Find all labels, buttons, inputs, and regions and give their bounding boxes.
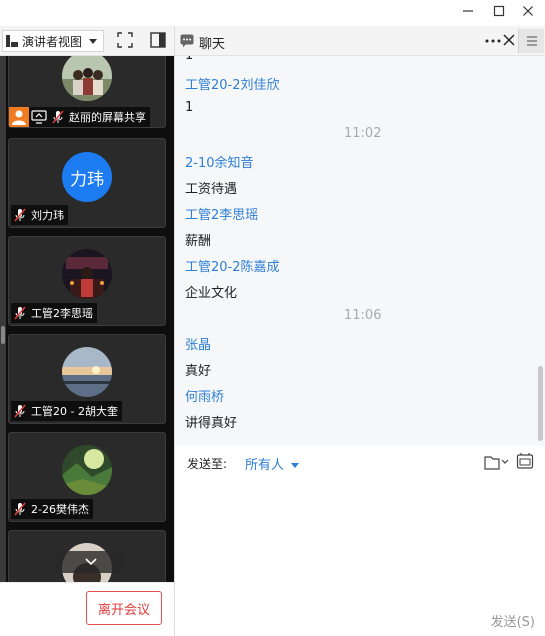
participant-name: 2-26樊伟杰 (31, 503, 89, 516)
chat-message-text: 1 (185, 100, 194, 115)
mic-muted-icon (13, 306, 27, 320)
file-icon[interactable] (483, 453, 509, 471)
send-to-recipient-value: 所有人 (245, 458, 285, 473)
participant-avatar (62, 347, 112, 397)
chat-title: 聊天 (199, 37, 226, 52)
view-mode-label: 演讲者视图 (22, 34, 83, 49)
chat-header: 聊天 (174, 26, 545, 56)
meeting-controls: 离开会议 (0, 582, 174, 636)
chat-scrollbar[interactable] (536, 56, 545, 446)
chat-message-text: 真好 (185, 364, 212, 379)
chat-sender-name[interactable]: 何雨桥 (185, 386, 224, 405)
participant-name: 工管2李思瑶 (31, 307, 93, 320)
mic-muted-icon (13, 208, 27, 222)
leave-meeting-button[interactable]: 离开会议 (86, 591, 162, 625)
chat-sender-name[interactable]: 工管2李思瑶 (185, 204, 258, 223)
participant-avatar (62, 445, 112, 495)
close-window-icon[interactable] (513, 2, 543, 24)
send-button[interactable]: 发送(S) (491, 611, 535, 630)
window-titlebar (0, 0, 545, 26)
chat-message-text: 讲得真好 (185, 416, 238, 431)
participant-tile[interactable] (8, 530, 166, 582)
participant-tile[interactable]: 工管20 - 2胡大奎 (8, 334, 166, 424)
participant-avatar: 力玮 (62, 152, 112, 202)
menu-icon[interactable] (518, 29, 544, 53)
send-to-recipient-select[interactable]: 所有人 (245, 454, 300, 473)
chat-message-text: 工资待遇 (185, 182, 238, 197)
announcement-icon[interactable] (516, 452, 534, 470)
participant-name-bar: 刘力玮 (11, 205, 68, 225)
chat-timestamp: 11:06 (344, 308, 382, 323)
chat-sender-name[interactable]: 2-10余知音 (185, 152, 254, 171)
participant-tile[interactable]: 力玮 刘力玮 (8, 138, 166, 228)
chat-message-input[interactable] (183, 478, 533, 598)
chat-message-text: 企业文化 (185, 286, 238, 301)
chat-sender-name[interactable]: 工管20-2刘佳欣 (185, 74, 280, 93)
view-mode-select[interactable]: 演讲者视图 (2, 30, 104, 52)
avatar-initials: 力玮 (70, 169, 104, 190)
side-panel-icon[interactable] (149, 31, 169, 51)
participant-name: 刘力玮 (31, 209, 64, 222)
close-chat-icon[interactable] (503, 34, 517, 48)
video-list-scrollbar[interactable] (0, 56, 6, 582)
scroll-down-button[interactable] (56, 551, 126, 573)
screen-share-icon (31, 110, 47, 124)
chat-timestamp: 11:02 (344, 126, 382, 141)
participant-avatar (62, 56, 112, 101)
participant-tile[interactable]: 2-26樊伟杰 (8, 432, 166, 522)
chat-sender-name[interactable]: 工管20-2陈嘉成 (185, 256, 280, 275)
send-to-label: 发送至: (187, 457, 228, 471)
chevron-down-icon (85, 558, 97, 566)
layout-icon (6, 35, 18, 47)
participant-name: 赵丽的屏幕共享 (69, 111, 146, 124)
participant-video-list[interactable]: 赵丽的屏幕共享 力玮 刘力玮 工管2李思瑶 工管20 - 2胡大奎 2-26樊伟… (0, 56, 174, 582)
chat-message-text: 薪酬 (185, 234, 212, 249)
chat-icon (180, 34, 194, 48)
participant-name-bar: 工管20 - 2胡大奎 (11, 401, 122, 421)
chat-message-list[interactable]: 1 工管20-2刘佳欣 1 11:02 2-10余知音工资待遇工管2李思瑶薪酬工管20-… (174, 56, 536, 446)
participant-name: 工管20 - 2胡大奎 (31, 405, 118, 418)
participant-name-bar: 赵丽的屏幕共享 (9, 107, 150, 127)
participant-avatar (62, 249, 112, 299)
participant-tile[interactable]: 工管2李思瑶 (8, 236, 166, 326)
video-toolbar: 演讲者视图 (0, 26, 174, 56)
mic-muted-icon (13, 404, 27, 418)
person-icon (9, 107, 29, 127)
participant-tile[interactable]: 赵丽的屏幕共享 (8, 56, 166, 128)
mic-muted-icon (51, 110, 65, 124)
chevron-down-icon (89, 39, 97, 44)
chat-sender-name[interactable]: 张晶 (185, 334, 211, 353)
mic-muted-icon (13, 502, 27, 516)
fullscreen-icon[interactable] (116, 31, 136, 51)
chat-input-area: 发送至: 所有人 发送(S) (174, 446, 545, 636)
minimize-icon[interactable] (453, 2, 483, 24)
scrollbar-thumb[interactable] (1, 326, 5, 344)
maximize-icon[interactable] (484, 2, 514, 24)
chat-message-text: 1 (185, 56, 193, 63)
chevron-down-icon (291, 462, 300, 468)
scrollbar-thumb[interactable] (538, 366, 543, 441)
participant-name-bar: 工管2李思瑶 (11, 303, 97, 323)
more-options-icon[interactable] (485, 32, 501, 50)
participant-name-bar: 2-26樊伟杰 (11, 499, 93, 519)
